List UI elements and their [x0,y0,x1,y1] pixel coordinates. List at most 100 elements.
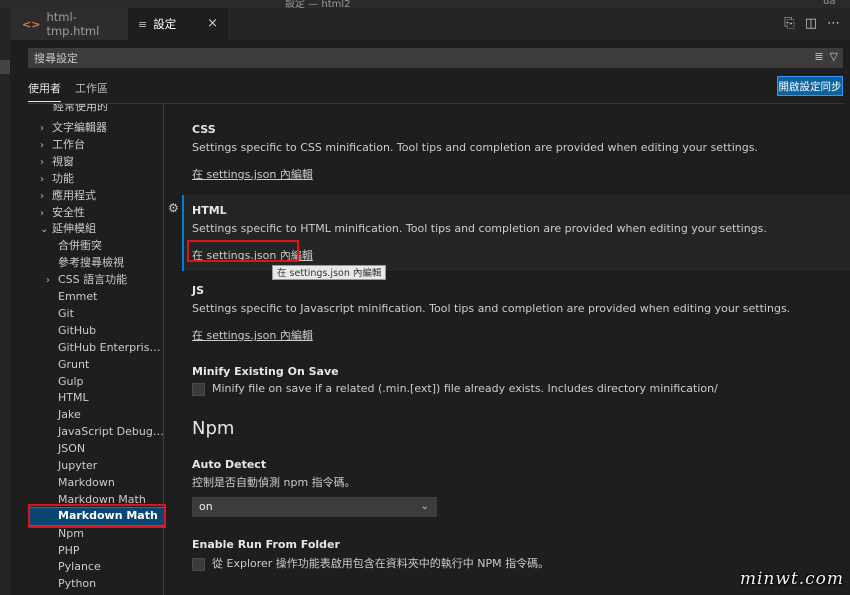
setting-run-from-folder: Enable Run From Folder 從 Explorer 操作功能表啟… [192,538,549,571]
chevron-right-icon: › [40,123,44,134]
toc-item[interactable]: Jake [46,406,164,423]
tab-label: 設定 [153,17,177,31]
run-from-folder-checkbox[interactable] [192,557,205,571]
toc-item-label: CSS 語言功能 [58,273,128,287]
section-heading-npm: Npm [192,418,235,439]
toc-item-label: GitHub Enterprise A... [58,340,164,354]
filter-icon[interactable]: ▽ [830,50,838,63]
clear-filter-icon[interactable]: ≣ [814,50,823,63]
tab-label: html-tmp.html [46,10,100,38]
setting-description: Settings specific to Javascript minifica… [192,302,791,315]
window-title-fragment: ua [823,0,836,7]
toc-item[interactable]: GitHub Enterprise A... [46,339,164,356]
settings-content: CSS Settings specific to CSS minificatio… [164,104,850,595]
toc-item-label: 安全性 [52,205,85,219]
watermark-logo: minwt.com [739,569,844,589]
select-value: on [199,500,213,513]
toc-item-label: 工作台 [52,137,85,151]
setting-description: Settings specific to CSS minification. T… [192,141,758,154]
toc-item[interactable]: Jupyter [46,457,164,474]
toc-item-label: Pylance [58,560,101,574]
toc-item[interactable]: JSON [46,440,164,457]
window-titlebar: 設定 — html2 ua [0,0,850,10]
chevron-down-icon: ⌄ [420,501,429,512]
toc-item[interactable]: GitHub [46,322,164,339]
open-json-icon[interactable]: ⎘ [784,16,794,31]
gear-icon[interactable]: ⚙ [168,201,179,215]
edit-in-settings-json-link[interactable]: 在 settings.json 內編輯 [192,166,313,182]
toc-item[interactable]: › 文字編輯器 [40,119,164,136]
toc-item[interactable]: HTML [46,389,164,406]
tab-workspace[interactable]: 工作區 [75,80,108,102]
search-input[interactable]: 搜尋設定 ≣ ▽ [28,48,843,68]
toc-item-label: PHP [58,543,80,557]
chevron-right-icon: › [40,190,44,202]
toc-item-label: 文字編輯器 [52,121,107,134]
toc-item[interactable]: Emmet [46,288,164,305]
minify-on-save-checkbox[interactable] [192,382,205,396]
more-actions-icon[interactable]: ⋯ [827,16,840,31]
toc-item-label: 延伸模組 [52,222,96,236]
chevron-right-icon: › [40,207,44,219]
code-brackets-icon: <> [22,17,41,31]
chevron-right-icon: › [40,156,44,168]
toc-item[interactable]: Markdown [46,474,164,491]
setting-description: Settings specific to HTML minification. … [192,222,767,235]
toc-item[interactable]: PHP [46,542,164,559]
toc-item-label: 應用程式 [52,188,96,202]
editor-actions: ⎘ ◫ ⋯ [784,16,840,31]
chevron-right-icon: › [46,275,50,287]
checkbox-label: 從 Explorer 操作功能表啟用包含在資料夾中的執行中 NPM 指令碼。 [212,557,550,570]
setting-minify-on-save: Minify Existing On Save Minify file on s… [192,365,718,396]
toc-item-label: 視窗 [52,154,74,168]
toc-item-label: Gulp [58,374,84,388]
toc-item[interactable]: Pylance [46,558,164,575]
auto-detect-select[interactable]: on ⌄ [192,497,437,517]
toc-item[interactable]: Git [46,305,164,322]
setting-title: Enable Run From Folder [192,538,340,551]
annotation-highlight-toc [28,504,166,528]
toc-item[interactable]: › 工作台 [40,136,164,153]
toc-item-label: JSON [58,442,86,456]
toc-item[interactable]: › 視窗 [40,153,164,170]
checkbox-row: Minify file on save if a related (.min.[… [192,382,718,396]
toc-item[interactable]: 參考搜尋檢視 [46,254,164,271]
toc-item[interactable]: › 應用程式 [40,187,164,204]
toc-item[interactable]: JavaScript Debugger [46,423,164,440]
settings-scope-tabs: 使用者 工作區 [28,80,108,102]
tab-settings[interactable]: ≡ 設定 × [128,8,228,40]
setting-title: HTML [192,204,227,217]
close-icon[interactable]: × [207,16,218,31]
toc-item-label: Git [58,306,74,320]
toc-item[interactable]: Grunt [46,356,164,373]
toc-item[interactable]: Gulp [46,373,164,390]
toc-item-label: JavaScript Debugger [58,425,164,439]
toc-item-label: 參考搜尋檢視 [58,256,124,270]
toc-item-label: Npm [58,526,84,540]
split-editor-icon[interactable]: ◫ [805,16,817,31]
toc-item[interactable]: ⌄ 延伸模組 [40,220,164,237]
settings-sync-button[interactable]: 開啟設定同步 [777,76,843,96]
setting-description: 控制是否自動偵測 npm 指令碼。 [192,476,356,489]
setting-title: JS [192,284,205,297]
setting-title: Minify Existing On Save [192,365,339,378]
setting-title: Auto Detect [192,458,267,471]
toc-item[interactable]: › 安全性 [40,204,164,221]
toc-item[interactable]: › 功能 [40,170,164,187]
setting-js: JS Settings specific to Javascript minif… [192,284,790,343]
chevron-right-icon: › [40,173,44,185]
settings-lines-icon: ≡ [138,17,148,31]
toc-item[interactable]: › CSS 語言功能 [46,271,164,288]
toc-item-label: Emmet [58,290,98,303]
toc-item-label: Grunt [58,357,90,371]
checkbox-label: Minify file on save if a related (.min.[… [212,382,718,395]
toc-item[interactable]: 合併衝突 [46,237,164,254]
toc-item-label: GitHub [58,323,97,337]
toc-item[interactable]: Python [46,575,164,592]
toc-item-label: HTML [58,391,89,405]
edit-in-settings-json-link[interactable]: 在 settings.json 內編輯 [192,327,313,343]
toc-item-label: Markdown [58,475,115,489]
tab-html-tmp[interactable]: <> html-tmp.html [10,8,128,40]
toc-item-frequent[interactable]: 經常使用的 [53,104,108,115]
tab-user[interactable]: 使用者 [28,80,61,102]
